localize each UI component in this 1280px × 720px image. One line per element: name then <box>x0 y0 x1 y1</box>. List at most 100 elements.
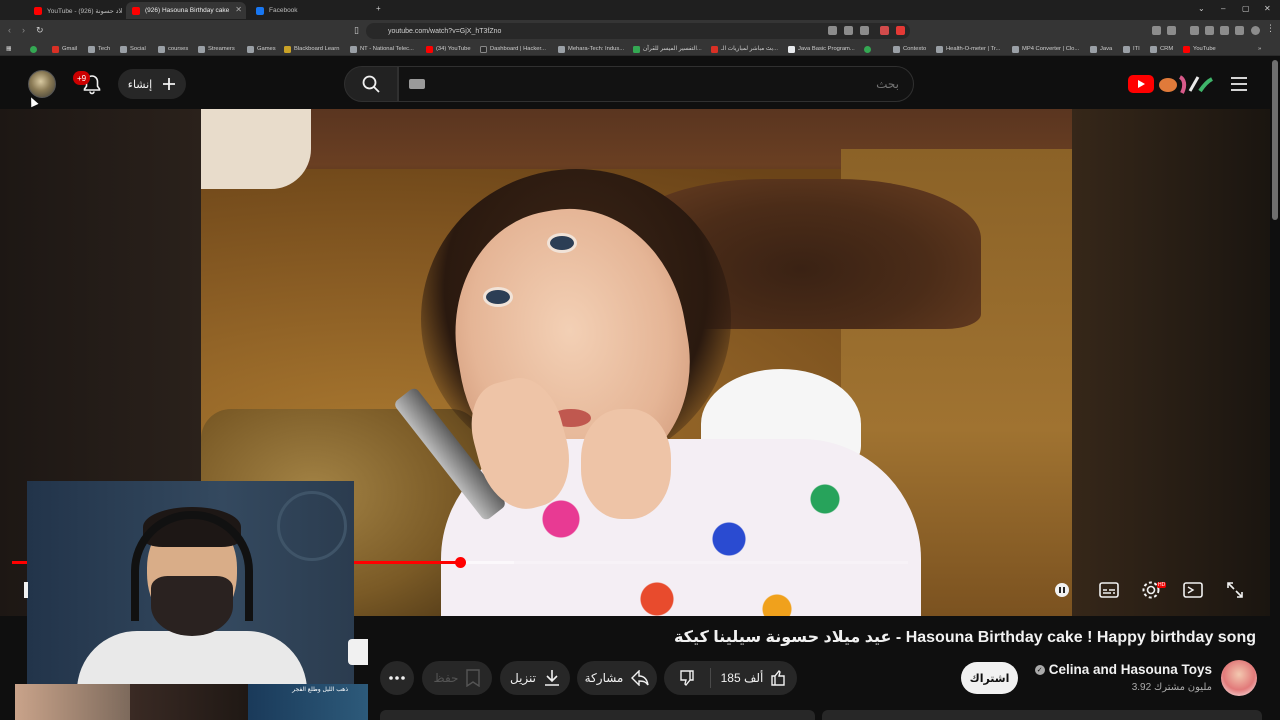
extension-icon[interactable] <box>1167 26 1176 35</box>
subtitles-button[interactable] <box>1098 579 1120 601</box>
close-window-button[interactable]: ✕ <box>1264 4 1271 13</box>
bookmark-folder[interactable]: CRM <box>1150 44 1173 54</box>
bookmark-item[interactable]: (34) YouTube <box>426 44 471 54</box>
subscribe-button[interactable]: اشتراك <box>961 662 1018 694</box>
search-icon <box>362 75 380 93</box>
like-button[interactable]: 185 ألف <box>711 661 797 695</box>
extension-puzzle-icon[interactable] <box>1235 26 1244 35</box>
dislike-button[interactable] <box>664 661 710 695</box>
save-button[interactable]: حفظ <box>422 661 492 695</box>
search-button[interactable] <box>344 66 398 102</box>
pause-button[interactable] <box>1051 579 1073 601</box>
youtube-favicon-icon <box>132 6 140 15</box>
thumbnail[interactable]: ذهب الليل وطلع الفجر <box>248 684 368 720</box>
bookmark-item[interactable]: Mehara-Tech: Indus... <box>558 44 624 54</box>
minimize-button[interactable]: – <box>1221 4 1225 13</box>
bookmark-item[interactable]: Contexto <box>893 44 926 54</box>
channel-name[interactable]: ✓ Celina and Hasouna Toys <box>1034 662 1212 677</box>
moon-decoration-icon <box>277 491 347 561</box>
profile-icon[interactable] <box>1251 26 1260 35</box>
share-page-icon[interactable] <box>860 26 869 35</box>
new-tab-button[interactable]: + <box>376 4 381 13</box>
tab-label: (926) Hasouna Birthday cake <box>145 7 230 14</box>
bookmark-globe-icon[interactable] <box>30 44 40 54</box>
partial-button[interactable] <box>348 639 368 665</box>
channel-avatar[interactable] <box>1221 660 1257 696</box>
miniplayer-button[interactable] <box>1182 579 1204 601</box>
search-box <box>398 66 914 102</box>
scrollbar-thumb[interactable] <box>1272 60 1278 220</box>
bookmark-folder[interactable]: Games <box>247 44 276 54</box>
more-actions-button[interactable] <box>380 661 414 695</box>
bookmark-item[interactable]: YouTube <box>1183 44 1216 54</box>
fullscreen-icon <box>1227 582 1243 598</box>
share-icon <box>631 670 650 686</box>
subtitles-icon <box>1099 582 1119 598</box>
browser-tab-3[interactable]: Facebook <box>250 2 370 19</box>
thumbnail-caption: ذهب الليل وطلع الفجر <box>292 686 348 693</box>
guide-menu-icon[interactable] <box>1230 76 1248 92</box>
browser-tab-1[interactable]: YouTube - عيد ميلاد حسونة (926) <box>28 2 122 19</box>
browser-tab-bar: YouTube - عيد ميلاد حسونة (926) (926) Ha… <box>0 0 1280 20</box>
verified-check-icon: ✓ <box>1034 664 1045 675</box>
bookmark-item[interactable]: بث مباشر لمباريات الـ... <box>711 44 778 54</box>
bookmark-item[interactable]: Dashboard | Hacker... <box>480 44 546 54</box>
bookmark-item[interactable]: Java Basic Program... <box>788 44 855 54</box>
extension-alert-icon[interactable] <box>896 26 905 35</box>
search-input[interactable] <box>399 67 913 101</box>
more-horizontal-icon <box>389 676 405 680</box>
thumbnail-strip: ذهب الليل وطلع الفجر <box>15 684 368 720</box>
bookmark-folder[interactable]: Java <box>1090 44 1112 54</box>
share-button[interactable]: مشاركة <box>577 661 657 695</box>
headset-icon <box>131 511 253 621</box>
bookmark-page-icon[interactable]: ▯ <box>354 25 359 36</box>
facebook-favicon-icon <box>256 6 264 15</box>
account-avatar[interactable] <box>28 70 56 98</box>
bookmark-folder[interactable]: courses <box>158 44 188 54</box>
extension-shield-icon[interactable] <box>880 26 889 35</box>
browser-menu-icon[interactable]: ⋮ <box>1266 23 1275 33</box>
cast-icon[interactable] <box>828 26 837 35</box>
ambient-glow <box>1072 109 1270 616</box>
thumbs-down-icon <box>680 670 694 687</box>
bookmark-globe-icon[interactable] <box>864 44 874 54</box>
bookmark-folder[interactable]: ITI <box>1123 44 1140 54</box>
thumbnail[interactable] <box>15 684 130 720</box>
maximize-button[interactable]: ▢ <box>1242 4 1250 13</box>
forward-icon[interactable]: › <box>22 25 25 35</box>
zoom-icon[interactable] <box>844 26 853 35</box>
extension-icon[interactable] <box>1152 26 1161 35</box>
bookmark-item[interactable]: NT - National Telec... <box>350 44 414 54</box>
bookmarks-more-icon[interactable]: » <box>1258 44 1261 54</box>
sidebar-icon[interactable] <box>1205 26 1214 35</box>
keyboard-icon[interactable] <box>409 79 425 89</box>
description-box[interactable] <box>380 710 815 720</box>
url-text: youtube.com/watch?v=GjX_hT3fZno <box>388 27 502 35</box>
apps-grid-icon[interactable]: ▦ <box>6 44 11 54</box>
browser-toolbar: ‹ › ↻ ▯ youtube.com/watch?v=GjX_hT3fZno … <box>0 20 1280 42</box>
bookmark-item[interactable]: Blackboard Learn <box>284 44 339 54</box>
bookmark-item[interactable]: Health-O-meter | Tr... <box>936 44 1000 54</box>
related-panel[interactable] <box>822 710 1262 720</box>
share-label: مشاركة <box>584 671 624 685</box>
bookmark-folder[interactable]: Tech <box>88 44 110 54</box>
webcam-overlay <box>27 481 354 684</box>
fullscreen-button[interactable] <box>1224 579 1246 601</box>
bookmark-folder[interactable]: Streamers <box>198 44 235 54</box>
reload-icon[interactable]: ↻ <box>36 25 44 36</box>
bookmark-item[interactable]: MP4 Converter | Clo... <box>1012 44 1079 54</box>
download-button[interactable]: تنزيل <box>500 661 570 695</box>
browser-tab-active[interactable]: (926) Hasouna Birthday cake ✕ <box>126 2 246 19</box>
thumbnail[interactable] <box>130 684 248 720</box>
scrubber-handle[interactable] <box>455 557 466 568</box>
bookmark-item[interactable]: Gmail <box>52 44 77 54</box>
downloads-icon[interactable] <box>1220 26 1229 35</box>
youtube-logo[interactable] <box>1128 72 1218 96</box>
close-tab-icon[interactable]: ✕ <box>235 5 242 14</box>
bookmark-folder[interactable]: Social <box>120 44 146 54</box>
create-button[interactable]: إنشاء <box>118 69 186 99</box>
bookmark-item[interactable]: التفسير الميسر للقرآن... <box>633 44 702 54</box>
tab-search-icon[interactable]: ⌄ <box>1198 4 1205 13</box>
back-icon[interactable]: ‹ <box>8 25 11 35</box>
media-control-icon[interactable] <box>1190 26 1199 35</box>
